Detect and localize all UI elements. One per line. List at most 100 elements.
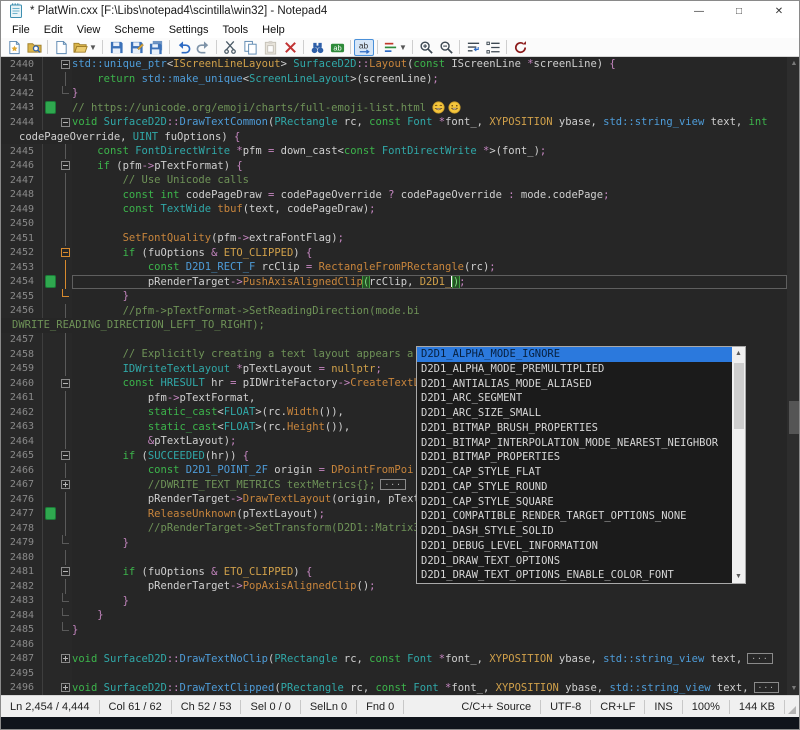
line-number[interactable]: 2481 [1, 565, 43, 580]
marker-margin[interactable] [43, 565, 58, 580]
autocomplete-item[interactable]: D2D1_COMPATIBLE_RENDER_TARGET_OPTIONS_NO… [417, 509, 732, 524]
line-number[interactable]: 2486 [1, 637, 43, 652]
marker-margin[interactable] [43, 536, 58, 551]
marker-margin[interactable] [43, 449, 58, 464]
autocomplete-item[interactable]: D2D1_DEBUG_LEVEL_INFORMATION [417, 539, 732, 554]
autocomplete-item[interactable]: D2D1_CAP_STYLE_ROUND [417, 480, 732, 495]
marker-margin[interactable] [43, 333, 58, 348]
replace-button[interactable]: ab [327, 39, 347, 56]
marker-margin[interactable] [43, 246, 58, 261]
fold-margin[interactable] [58, 304, 72, 319]
marker-margin[interactable] [43, 376, 58, 391]
transform-case-button[interactable]: ab [354, 39, 374, 56]
scroll-down-icon[interactable]: ▼ [787, 682, 800, 695]
line-number[interactable]: 2478 [1, 521, 43, 536]
marker-margin[interactable] [43, 72, 58, 87]
line-number[interactable]: 2485 [1, 623, 43, 638]
autocomplete-item[interactable]: D2D1_ANTIALIAS_MODE_ALIASED [417, 377, 732, 392]
fold-margin[interactable] [58, 86, 72, 101]
marker-margin[interactable] [43, 652, 58, 667]
fold-toggle-icon[interactable] [58, 478, 72, 493]
line-number[interactable]: 2448 [1, 188, 43, 203]
marker-margin[interactable] [43, 188, 58, 203]
marker-margin[interactable] [43, 637, 58, 652]
favorites-button[interactable] [4, 39, 24, 56]
word-wrap-button[interactable] [463, 39, 483, 56]
status-filesize[interactable]: 144 KB [730, 700, 785, 714]
line-number[interactable]: 2483 [1, 594, 43, 609]
line-number[interactable]: 2440 [1, 57, 43, 72]
line-number[interactable]: 2476 [1, 492, 43, 507]
fold-margin[interactable] [58, 101, 72, 116]
fold-margin[interactable] [58, 434, 72, 449]
fold-margin[interactable] [58, 492, 72, 507]
fold-margin[interactable] [58, 188, 72, 203]
scheme-select-button[interactable]: ▼ [381, 39, 409, 56]
fold-margin[interactable] [58, 623, 72, 638]
fold-toggle-icon[interactable] [58, 159, 72, 174]
line-number[interactable]: 2460 [1, 376, 43, 391]
status-line[interactable]: Ln 2,454 / 4,444 [1, 700, 100, 714]
code-editor[interactable]: 2440std::unique_ptr<IScreenLineLayout> S… [1, 57, 800, 695]
status-encoding[interactable]: UTF-8 [541, 700, 591, 714]
fold-toggle-icon[interactable] [58, 376, 72, 391]
fold-margin[interactable] [58, 362, 72, 377]
fold-margin[interactable] [58, 579, 72, 594]
menu-help[interactable]: Help [255, 23, 292, 37]
save-copy-button[interactable] [126, 39, 146, 56]
fold-toggle-icon[interactable] [58, 652, 72, 667]
fold-margin[interactable] [58, 289, 72, 304]
line-number[interactable]: 2450 [1, 217, 43, 232]
line-number[interactable]: 2454 [1, 275, 43, 290]
find-button[interactable] [307, 39, 327, 56]
autocomplete-item[interactable]: D2D1_BITMAP_PROPERTIES [417, 450, 732, 465]
fold-margin[interactable] [58, 347, 72, 362]
folded-text-icon[interactable]: ··· [747, 653, 772, 664]
autocomplete-scrollbar[interactable]: ▲ ▼ [732, 347, 745, 583]
line-number[interactable]: 2461 [1, 391, 43, 406]
marker-margin[interactable] [43, 231, 58, 246]
autocomplete-item[interactable]: D2D1_DASH_STYLE_SOLID [417, 524, 732, 539]
line-number[interactable]: 2442 [1, 86, 43, 101]
status-character[interactable]: Ch 52 / 53 [172, 700, 242, 714]
marker-margin[interactable] [43, 478, 58, 493]
line-number[interactable]: 2458 [1, 347, 43, 362]
line-number[interactable]: 2453 [1, 260, 43, 275]
scrollbar-thumb[interactable] [734, 363, 744, 429]
status-find-count[interactable]: Fnd 0 [357, 700, 404, 714]
save-button[interactable] [106, 39, 126, 56]
menu-scheme[interactable]: Scheme [107, 23, 161, 37]
open-file-button[interactable]: ▼ [71, 39, 99, 56]
fold-margin[interactable] [58, 144, 72, 159]
menu-edit[interactable]: Edit [37, 23, 70, 37]
marker-margin[interactable] [43, 420, 58, 435]
bookmark-icon[interactable] [43, 507, 58, 522]
reload-button[interactable] [510, 39, 530, 56]
fold-margin[interactable] [58, 405, 72, 420]
folded-text-icon[interactable]: ··· [380, 479, 405, 490]
line-number[interactable]: 2479 [1, 536, 43, 551]
marker-margin[interactable] [43, 623, 58, 638]
undo-button[interactable] [173, 39, 193, 56]
menu-tools[interactable]: Tools [215, 23, 255, 37]
line-number[interactable]: 2457 [1, 333, 43, 348]
line-number[interactable]: 2466 [1, 463, 43, 478]
marker-margin[interactable] [43, 159, 58, 174]
marker-margin[interactable] [43, 681, 58, 696]
fold-margin[interactable] [58, 536, 72, 551]
marker-margin[interactable] [43, 202, 58, 217]
line-number[interactable]: 2443 [1, 101, 43, 116]
marker-margin[interactable] [43, 594, 58, 609]
line-number[interactable]: 2455 [1, 289, 43, 304]
scroll-up-icon[interactable]: ▲ [787, 57, 800, 70]
autocomplete-item[interactable]: D2D1_BITMAP_INTERPOLATION_MODE_NEAREST_N… [417, 436, 732, 451]
status-overtype[interactable]: INS [645, 700, 682, 714]
paste-button[interactable] [260, 39, 280, 56]
close-button[interactable]: ✕ [759, 1, 799, 21]
status-scheme[interactable]: C/C++ Source [452, 700, 541, 714]
scrollbar-thumb[interactable] [789, 401, 799, 434]
fold-margin[interactable] [58, 550, 72, 565]
autocomplete-item[interactable]: D2D1_DRAW_TEXT_OPTIONS_ENABLE_COLOR_FONT [417, 568, 732, 583]
scroll-up-icon[interactable]: ▲ [732, 347, 745, 360]
line-number[interactable]: 2482 [1, 579, 43, 594]
